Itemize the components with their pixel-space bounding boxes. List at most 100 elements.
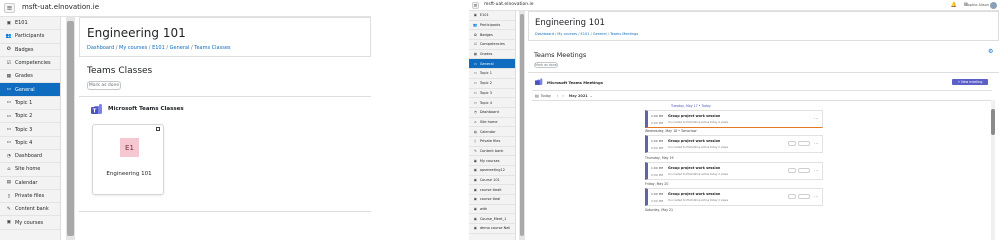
chevron-left-icon[interactable]: ‹	[557, 94, 558, 98]
join-button[interactable]	[788, 194, 796, 199]
folder-icon: ▭	[473, 90, 477, 95]
scrollbar-thumb[interactable]	[991, 109, 995, 135]
today-button[interactable]: Today	[541, 94, 551, 98]
options-dropdown[interactable]	[798, 141, 810, 146]
sidebar-item-content-bank[interactable]: ✎ Content bank	[0, 203, 60, 217]
meeting-card[interactable]: 1:00 PM 2:00 PM Group project work session…	[645, 188, 823, 206]
agenda-scrollbar[interactable]	[991, 100, 995, 240]
sidebar-item-topic-4[interactable]: ▭ Topic 4	[469, 98, 515, 108]
check-list-icon: ☑	[6, 60, 11, 66]
join-button[interactable]	[788, 168, 796, 173]
meeting-title[interactable]: Group project work session	[668, 139, 720, 143]
breadcrumb-link-my-courses[interactable]: My courses	[119, 45, 147, 51]
sidebar-item-dashboard[interactable]: ◔ Dashboard	[469, 108, 515, 118]
external-link-icon[interactable]	[156, 127, 160, 131]
sidebar-item-topic-2[interactable]: ▭ Topic 2	[0, 110, 60, 124]
sidebar-item-grades[interactable]: ▦ Grades	[469, 50, 515, 60]
site-name[interactable]: msft-uat.elnovation.ie	[22, 3, 99, 11]
sidebar-item-badges[interactable]: ✪ Badges	[0, 44, 60, 57]
sidebar-item-topic-1[interactable]: ▭ Topic 1	[469, 69, 515, 79]
sidebar-item-calendar[interactable]: ▤ Calendar	[469, 127, 515, 137]
sidebar-item-course-meet-1[interactable]: ▣ Course_Meet_1	[469, 214, 515, 225]
sidebar-item-course-tlealt[interactable]: ▣ course tlealt	[469, 185, 515, 196]
sidebar-item-label: Course 101	[479, 178, 500, 183]
breadcrumb-link-teams-classes[interactable]: Teams Classes	[194, 45, 230, 51]
sidebar-item-my-courses[interactable]: ▣ My courses	[469, 156, 515, 166]
sidebar-item-participants[interactable]: 👥 Participants	[469, 21, 515, 31]
sidebar-item-label: course tlealt	[479, 187, 502, 192]
breadcrumb-link-e101[interactable]: E101	[152, 45, 165, 51]
mark-as-done-button[interactable]: Mark as done	[87, 81, 121, 90]
breadcrumb-link-dashboard[interactable]: Dashboard	[535, 32, 554, 36]
folder-icon: ▭	[473, 81, 477, 86]
join-button[interactable]	[788, 141, 796, 146]
sidebar-item-opsmeeting12[interactable]: ▣ opsmeeting12	[469, 166, 515, 176]
sidebar-item-general[interactable]: ▭ General	[0, 83, 60, 97]
options-dropdown[interactable]	[798, 194, 810, 199]
scrollbar-thumb[interactable]	[520, 14, 524, 236]
breadcrumb-link-general[interactable]: General	[593, 32, 607, 36]
gear-icon[interactable]: ⚙	[988, 49, 996, 55]
sidebar-item-topic-3[interactable]: ▭ Topic 3	[469, 89, 515, 99]
sidebar-item-with[interactable]: ▣ with	[469, 205, 515, 215]
sidebar-item-site-home[interactable]: ⌂ Site home	[0, 163, 60, 177]
more-options-icon[interactable]: ⋯	[814, 168, 818, 173]
sidebar-item-badges[interactable]: ✪ Badges	[469, 30, 515, 41]
sidebar-item-competencies[interactable]: ☑ Competencies	[0, 57, 60, 71]
day-heading: Tuesday, May 17 • Today	[671, 104, 711, 108]
meeting-card[interactable]: 1:00 PM 2:00 PM Group project work session…	[645, 135, 823, 153]
bell-icon[interactable]: 🔔	[951, 2, 957, 8]
mark-as-done-button[interactable]: Mark as done	[534, 62, 558, 68]
more-options-icon[interactable]: ⋯	[814, 194, 818, 199]
sidebar-item-general[interactable]: ▭ General	[469, 59, 515, 70]
meeting-card[interactable]: 1:00 PM 2:00 PM Group project work session…	[645, 162, 823, 180]
sidebar-item-my-courses[interactable]: ▣ My courses	[0, 216, 60, 230]
meeting-title[interactable]: Group project work session	[668, 192, 720, 196]
team-name[interactable]: Engineering 101	[93, 171, 165, 177]
sidebar-item-topic-2[interactable]: ▭ Topic 2	[469, 79, 515, 89]
sidebar-item-calendar[interactable]: ▤ Calendar	[0, 177, 60, 190]
user-name[interactable]: Sophie Alison	[965, 3, 989, 7]
meeting-card[interactable]: 1:00 PM 2:00 PM Group project work session…	[645, 110, 823, 128]
breadcrumb-link-dashboard[interactable]: Dashboard	[87, 45, 114, 51]
team-card[interactable]: E1 Engineering 101	[92, 124, 164, 195]
sidebar-item-topic-1[interactable]: ▭ Topic 1	[0, 97, 60, 111]
sidebar-item-participants[interactable]: 👥 Participants	[0, 30, 60, 44]
breadcrumb-link-general[interactable]: General	[170, 45, 190, 51]
graduation-cap-icon: ▣	[473, 158, 477, 163]
folder-icon: ▭	[6, 113, 12, 119]
sidebar-item-grades[interactable]: ▦ Grades	[0, 70, 60, 84]
chevron-down-icon[interactable]: ⌄	[590, 94, 593, 98]
sidebar-item-competencies[interactable]: ☑ Competencies	[469, 40, 515, 50]
sidebar-item-topic-3[interactable]: ▭ Topic 3	[0, 123, 60, 137]
scrollbar-thumb[interactable]	[67, 21, 74, 236]
more-options-icon[interactable]: ⋯	[814, 116, 818, 121]
new-meeting-button[interactable]: + New meeting	[952, 79, 988, 85]
menu-toggle-button[interactable]: ≡	[4, 3, 15, 13]
sidebar-item-topic-4[interactable]: ▭ Topic 4	[0, 137, 60, 150]
drawer-scrollbar[interactable]	[519, 11, 525, 240]
sidebar-item-site-home[interactable]: ⌂ Site home	[469, 118, 515, 128]
sidebar-item-demo-course-neil[interactable]: ▣ demo course Neil	[469, 224, 515, 234]
menu-toggle-button[interactable]: ≡	[472, 2, 479, 9]
more-options-icon[interactable]: ⋯	[814, 141, 818, 146]
site-name[interactable]: msft-uat.elnovation.ie	[484, 2, 534, 7]
sidebar-item-course-tleal[interactable]: ▣ course tleal	[469, 195, 515, 205]
sidebar-item-course-101[interactable]: ▣ Course 101	[469, 176, 515, 186]
drawer-scrollbar[interactable]	[66, 17, 75, 240]
sidebar-item-dashboard[interactable]: ◔ Dashboard	[0, 150, 60, 164]
meeting-title[interactable]: Group project work session	[668, 114, 720, 118]
avatar[interactable]	[990, 2, 997, 9]
sidebar-item-e101[interactable]: ▣ E101	[0, 17, 60, 31]
options-dropdown[interactable]	[798, 168, 810, 173]
month-selector[interactable]: May 2021	[569, 94, 588, 98]
sidebar-item-private-files[interactable]: ▯ Private files	[0, 190, 60, 204]
breadcrumb-link-teams-meetings[interactable]: Teams Meetings	[610, 32, 638, 36]
sidebar-item-private-files[interactable]: ▯ Private files	[469, 137, 515, 147]
breadcrumb-link-my-courses[interactable]: My courses	[557, 32, 577, 36]
sidebar-item-label: Competencies	[479, 42, 505, 47]
sidebar-item-content-bank[interactable]: ✎ Content bank	[469, 147, 515, 157]
meeting-title[interactable]: Group project work session	[668, 166, 720, 170]
chevron-right-icon[interactable]: ›	[562, 94, 563, 98]
sidebar-item-e101[interactable]: ▣ E101	[469, 11, 515, 21]
